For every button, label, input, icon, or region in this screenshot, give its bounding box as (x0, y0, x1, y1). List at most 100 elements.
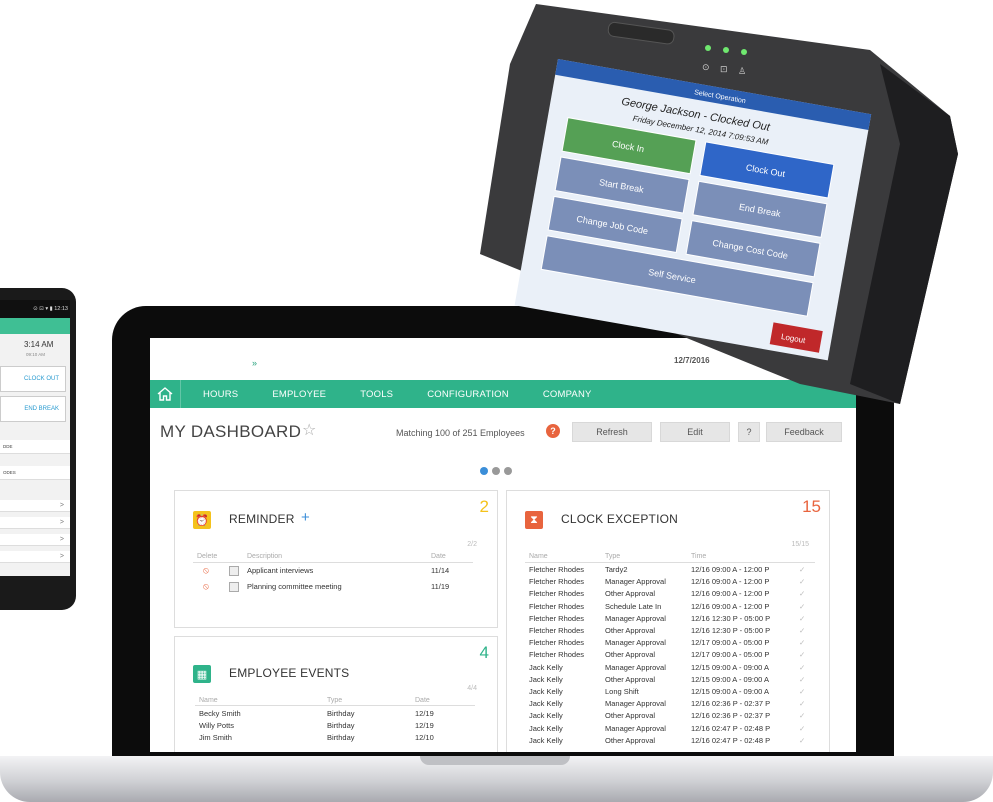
help-button[interactable]: ? (738, 422, 760, 442)
approve-check-icon[interactable]: ✓ (799, 699, 805, 708)
exception-name: Jack Kelly (529, 699, 563, 709)
nav-employee[interactable]: EMPLOYEE (272, 389, 326, 400)
breadcrumb[interactable]: » (252, 358, 257, 368)
approve-check-icon[interactable]: ✓ (799, 711, 805, 720)
exception-time: 12/17 09:00 A - 05:00 P (691, 638, 770, 648)
led-icon (723, 47, 729, 53)
col-type: Type (605, 553, 621, 560)
carousel-dot[interactable] (504, 467, 512, 475)
phone-status-bar: ⊙ ⊡ ▾ ▮ 12:13 (0, 300, 70, 318)
nav-tools[interactable]: TOOLS (360, 389, 393, 400)
led-label-icon: ⊙ (702, 62, 710, 72)
add-reminder-icon[interactable]: + (301, 509, 310, 526)
matching-help-icon[interactable]: ? (546, 424, 560, 438)
col-delete: Delete (197, 553, 218, 560)
event-date: 12/10 (415, 733, 434, 742)
approve-check-icon[interactable]: ✓ (799, 675, 805, 684)
col-description: Description (247, 553, 283, 560)
approve-check-icon[interactable]: ✓ (799, 602, 805, 611)
exception-time: 12/16 09:00 A - 12:00 P (691, 601, 770, 611)
exception-name: Jack Kelly (529, 711, 563, 721)
reminder-date: 11/19 (431, 582, 450, 591)
event-type: Birthday (327, 709, 355, 718)
exception-time: 12/16 02:47 P - 02:48 P (691, 735, 771, 745)
exception-type: Manager Approval (605, 613, 666, 623)
calendar-icon: ▦ (193, 665, 211, 683)
approve-check-icon[interactable]: ✓ (799, 577, 805, 586)
feedback-button[interactable]: Feedback (766, 422, 842, 442)
exception-name: Jack Kelly (529, 662, 563, 672)
favorite-star-icon[interactable]: ☆ (302, 420, 316, 440)
exception-time: 12/17 09:00 A - 05:00 P (691, 650, 770, 660)
event-type: Birthday (327, 733, 355, 742)
approve-check-icon[interactable]: ✓ (799, 650, 805, 659)
edit-button[interactable]: Edit (660, 422, 730, 442)
exception-time: 12/16 12:30 P - 05:00 P (691, 626, 771, 635)
col-date: Date (431, 553, 446, 560)
phone-row-chevron-icon[interactable]: > (0, 517, 70, 529)
approve-check-icon[interactable]: ✓ (799, 687, 805, 696)
approve-check-icon[interactable]: ✓ (799, 589, 805, 598)
delete-icon[interactable]: ⦸ (203, 581, 209, 592)
phone-screen: ⊙ ⊡ ▾ ▮ 12:13 3:14 AM 09:10 AM CLOCK OUT… (0, 300, 70, 576)
reminder-checkbox[interactable] (229, 566, 239, 576)
exception-type: Other Approval (605, 674, 656, 684)
event-name: Jim Smith (199, 733, 232, 742)
home-nav-button[interactable] (150, 380, 181, 408)
approve-check-icon[interactable]: ✓ (799, 626, 805, 635)
reminder-fraction: 2/2 (467, 541, 477, 548)
exception-name: Jack Kelly (529, 674, 563, 684)
event-date: 12/19 (415, 721, 434, 730)
exception-name: Jack Kelly (529, 687, 563, 696)
approve-check-icon[interactable]: ✓ (799, 736, 805, 745)
exception-time: 12/15 09:00 A - 09:00 A (691, 687, 769, 696)
phone-end-break-button[interactable]: END BREAK (0, 396, 66, 422)
exception-time: 12/16 09:00 A - 12:00 P (691, 565, 770, 574)
exception-type: Tardy2 (605, 565, 628, 574)
time-clock-terminal: ⊙ ⊡ ♙ Select Operation George Jackson - … (480, 4, 958, 404)
exception-name: Fletcher Rhodes (529, 565, 585, 574)
approve-check-icon[interactable]: ✓ (799, 638, 805, 647)
carousel-dot[interactable] (480, 467, 488, 475)
phone-date: 09:10 AM (26, 352, 46, 357)
col-name: Name (529, 553, 548, 560)
exception-type: Other Approval (605, 711, 656, 721)
reminder-panel: ⏰ REMINDER + 2 2/2 Delete Description Da… (174, 490, 498, 628)
divider (193, 562, 473, 563)
col-date: Date (415, 697, 430, 704)
clock-exception-count: 15 (802, 497, 821, 516)
divider (525, 562, 815, 563)
refresh-button[interactable]: Refresh (572, 422, 652, 442)
phone-clock-out-button[interactable]: CLOCK OUT (0, 366, 66, 392)
approve-check-icon[interactable]: ✓ (799, 565, 805, 574)
laptop-notch (420, 756, 570, 765)
approve-check-icon[interactable]: ✓ (799, 614, 805, 623)
employee-events-panel: ▦ EMPLOYEE EVENTS 4 4/4 Name Type Date B… (174, 636, 498, 752)
phone-list-item[interactable]: DDE (0, 440, 70, 454)
employee-events-count: 4 (479, 643, 489, 662)
nav-hours[interactable]: HOURS (203, 389, 238, 400)
approve-check-icon[interactable]: ✓ (799, 724, 805, 733)
exception-type: Manager Approval (605, 638, 666, 648)
event-type: Birthday (327, 721, 355, 730)
phone-row-chevron-icon[interactable]: > (0, 551, 70, 563)
exception-time: 12/16 09:00 A - 12:00 P (691, 589, 770, 599)
exception-type: Long Shift (605, 687, 639, 696)
phone-list-item[interactable]: ODES (0, 466, 70, 480)
exception-time: 12/16 02:36 P - 02:37 P (691, 711, 771, 721)
exception-time: 12/15 09:00 A - 09:00 A (691, 662, 769, 672)
col-time: Time (691, 553, 707, 560)
phone-row-chevron-icon[interactable]: > (0, 500, 70, 512)
exception-type: Schedule Late In (605, 601, 662, 611)
delete-icon[interactable]: ⦸ (203, 565, 209, 576)
page-title: MY DASHBOARD (160, 422, 302, 441)
approve-check-icon[interactable]: ✓ (799, 663, 805, 672)
exception-name: Fletcher Rhodes (529, 601, 585, 611)
exception-type: Other Approval (605, 650, 656, 660)
exception-name: Fletcher Rhodes (529, 577, 585, 587)
phone-row-chevron-icon[interactable]: > (0, 534, 70, 546)
exception-name: Fletcher Rhodes (529, 626, 585, 635)
reminder-checkbox[interactable] (229, 582, 239, 592)
carousel-dot[interactable] (492, 467, 500, 475)
reminder-title: REMINDER (229, 512, 295, 526)
